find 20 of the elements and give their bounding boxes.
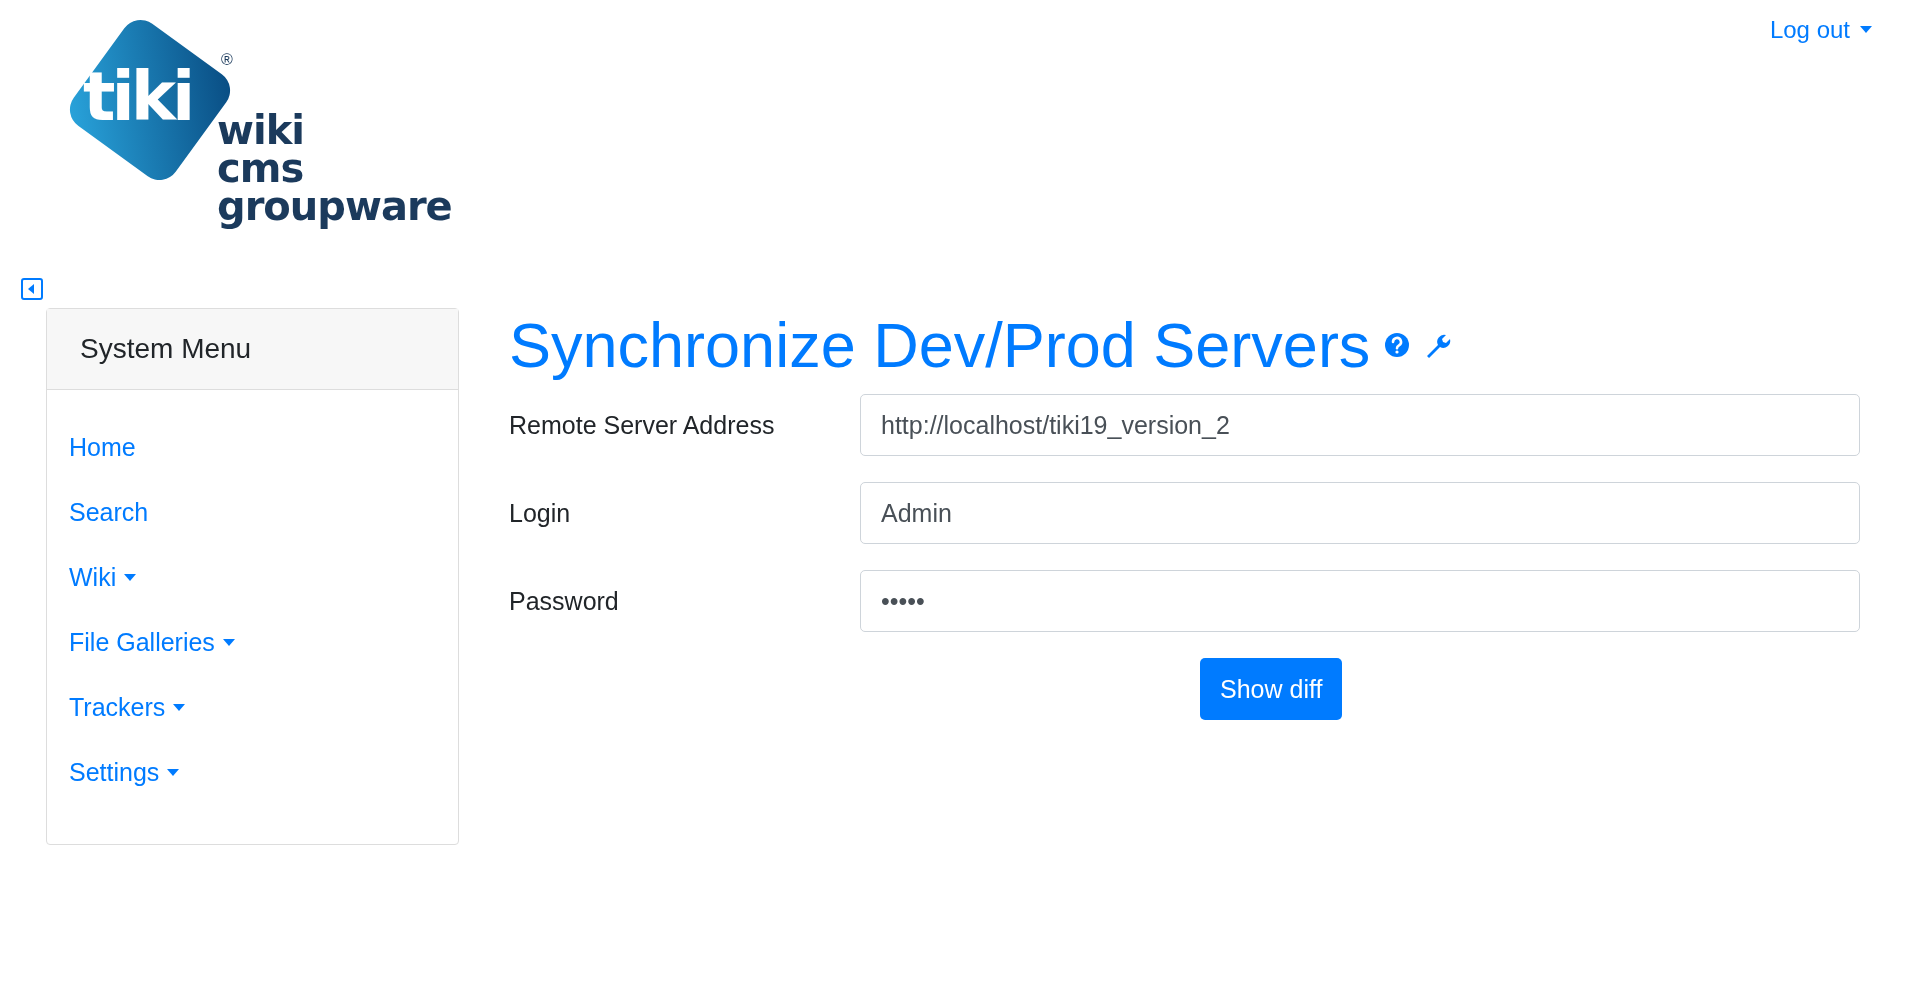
registered-mark: ® (221, 51, 233, 69)
logo-tagline: cms (217, 149, 305, 187)
field-label: Password (509, 586, 620, 616)
page-title: Synchronize Dev/Prod Servers (509, 309, 1371, 382)
menu-link[interactable]: Search (69, 495, 458, 530)
text-field[interactable]: Admin (860, 482, 1860, 544)
logo-mark: tiki (83, 63, 192, 131)
logo-tagline: wiki (217, 111, 305, 149)
log-out-link[interactable]: Log out (1769, 16, 1872, 44)
panel-title: System Menu (47, 309, 458, 390)
menu-link[interactable]: Wiki (69, 560, 458, 595)
field-label: Login (509, 498, 572, 528)
text-field[interactable]: http://localhost/tiki19_version_2 (860, 394, 1860, 456)
menu-link[interactable]: File Galleries (69, 625, 458, 660)
menu-link[interactable]: Trackers (69, 690, 458, 725)
text-field[interactable]: ••••• (860, 570, 1860, 632)
menu-link[interactable]: Home (69, 430, 458, 465)
show-diff-button[interactable]: Show diff (1200, 658, 1343, 720)
field-label: Remote Server Address (509, 410, 776, 440)
menu-link[interactable]: Settings (69, 755, 458, 790)
